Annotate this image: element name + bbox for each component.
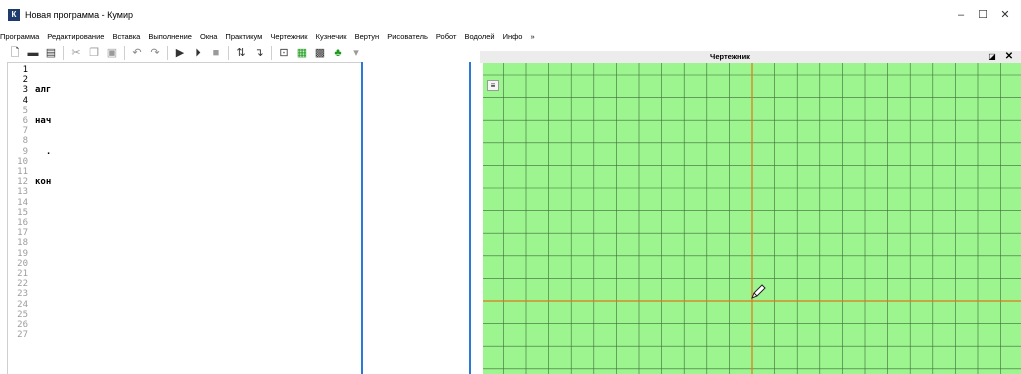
menu-drawer[interactable]: Чертежник: [266, 30, 311, 44]
code-line: алг: [35, 85, 52, 96]
panel-splitter[interactable]: [469, 62, 471, 374]
drawer-grid-icon[interactable]: ▩: [314, 47, 326, 59]
drawer-header: Чертежник ◪ ✕: [480, 51, 1021, 63]
drawer-title: Чертежник: [710, 52, 750, 61]
margin-panel: [363, 62, 470, 374]
toolbar-separator: [167, 46, 168, 60]
menu-program[interactable]: Программа: [0, 30, 43, 44]
pen-icon: [751, 284, 766, 299]
more-icon[interactable]: ▾: [350, 47, 362, 59]
toolbar-separator: [63, 46, 64, 60]
step-into-icon[interactable]: ↴: [253, 47, 265, 59]
menu-windows[interactable]: Окна: [196, 30, 221, 44]
close-button[interactable]: ✕: [990, 6, 1020, 24]
drawer-window: Чертежник ◪ ✕ ≡: [480, 51, 1021, 374]
info-icon[interactable]: ⊡: [278, 47, 290, 59]
menu-overflow[interactable]: »: [526, 30, 538, 44]
redo-icon[interactable]: ↷: [149, 47, 161, 59]
cut-icon[interactable]: ✂: [70, 47, 82, 59]
menu-info[interactable]: Инфо: [499, 30, 527, 44]
toolbar: 🗋 ▬ ▤ ✂ ❐ ▣ ↶ ↷ ▶ ⏵ ■ ⇅ ↴ ⊡ ▦ ▩ ♣ ▾: [0, 44, 480, 62]
window-title: Новая программа - Кумир: [25, 10, 133, 20]
code-line: нач: [35, 116, 52, 127]
restore-icon[interactable]: ◪: [985, 51, 999, 63]
run-icon[interactable]: ▶: [174, 47, 186, 59]
step-over-icon[interactable]: ⇅: [235, 47, 247, 59]
app-icon: К: [8, 9, 20, 21]
menu-painter[interactable]: Рисователь: [383, 30, 432, 44]
grasshopper-icon[interactable]: ♣: [332, 47, 344, 59]
undo-icon[interactable]: ↶: [131, 47, 143, 59]
menu-vodoley[interactable]: Водолей: [460, 30, 498, 44]
menu-run[interactable]: Выполнение: [144, 30, 196, 44]
menu-bar: Программа Редактирование Вставка Выполне…: [0, 30, 1021, 44]
toolbar-separator: [124, 46, 125, 60]
close-icon[interactable]: ✕: [1002, 51, 1016, 63]
step-run-icon[interactable]: ⏵: [192, 47, 204, 59]
menu-grasshopper[interactable]: Кузнечик: [312, 30, 351, 44]
paste-icon[interactable]: ▣: [106, 47, 118, 59]
drawer-menu-button[interactable]: ≡: [487, 80, 499, 91]
menu-insert[interactable]: Вставка: [108, 30, 144, 44]
code-editor[interactable]: 12 34 56 78 9 10 11 12 13 14 15 16 17 18 19 20…: [7, 62, 362, 374]
copy-icon[interactable]: ❐: [88, 47, 100, 59]
grid: [483, 63, 1021, 374]
save-icon[interactable]: ▤: [45, 47, 57, 59]
robot-icon[interactable]: ▦: [296, 47, 308, 59]
drawing-canvas[interactable]: ≡: [483, 63, 1021, 374]
stop-icon[interactable]: ■: [210, 47, 222, 59]
new-file-icon[interactable]: 🗋: [9, 47, 21, 59]
menu-edit[interactable]: Редактирование: [43, 30, 108, 44]
toolbar-separator: [271, 46, 272, 60]
title-bar: К Новая программа - Кумир – ☐ ✕: [0, 0, 1021, 30]
line-number-gutter: 12 34 56 78 9 10 11 12 13 14 15 16 17 18 19 20…: [17, 65, 28, 341]
menu-turtle[interactable]: Вертун: [351, 30, 384, 44]
menu-practicum[interactable]: Практикум: [221, 30, 266, 44]
code-line: .: [35, 146, 52, 157]
open-folder-icon[interactable]: ▬: [27, 47, 39, 59]
code-line: кон: [35, 177, 52, 188]
menu-robot[interactable]: Робот: [432, 30, 461, 44]
toolbar-separator: [228, 46, 229, 60]
code-text[interactable]: алг нач . кон: [35, 65, 57, 208]
